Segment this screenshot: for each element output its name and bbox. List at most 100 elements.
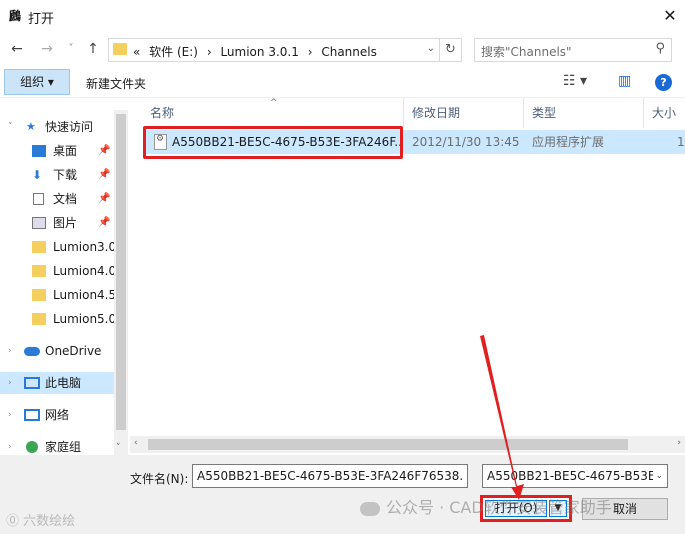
- sidebar-item-desktop[interactable]: 桌面 📌: [0, 140, 114, 162]
- folder-icon: [32, 241, 46, 253]
- sidebar-item-this-pc[interactable]: › 此电脑: [0, 372, 114, 394]
- folder-icon: [113, 43, 127, 55]
- expand-chevron-icon[interactable]: ›: [8, 436, 12, 455]
- filetype-select[interactable]: A550BB21-BE5C-4675-B53E- ⌄: [482, 464, 668, 488]
- sort-ascending-icon: ^: [270, 98, 278, 108]
- app-icon: 鷉: [9, 9, 22, 23]
- breadcrumb-overflow[interactable]: «: [133, 45, 140, 59]
- horizontal-scrollbar[interactable]: ‹ ›: [130, 436, 685, 453]
- new-folder-button[interactable]: 新建文件夹: [86, 75, 146, 92]
- sidebar-item-onedrive[interactable]: › OneDrive: [0, 340, 114, 362]
- desktop-icon: [32, 145, 46, 157]
- sidebar-item-lumion50[interactable]: Lumion5.0: [0, 308, 117, 330]
- chevron-down-icon[interactable]: ⌄: [653, 465, 663, 487]
- search-placeholder: 搜索"Channels": [481, 45, 572, 59]
- column-header-size[interactable]: 大小: [644, 98, 685, 128]
- column-header-type[interactable]: 类型: [524, 98, 644, 128]
- sidebar-item-label: OneDrive: [45, 344, 102, 358]
- sidebar-item-downloads[interactable]: ⬇ 下载 📌: [0, 164, 114, 186]
- wechat-watermark: 公众号 · CAD软件安装管家助手: [360, 494, 612, 518]
- view-options-icon[interactable]: ☷ ▾: [563, 73, 587, 89]
- sidebar-item-label: Lumion5.0: [53, 312, 117, 326]
- sidebar-item-label: 图片: [53, 216, 78, 230]
- network-icon: [24, 409, 40, 421]
- expand-chevron-icon[interactable]: ›: [8, 404, 12, 426]
- expand-chevron-icon[interactable]: ›: [8, 372, 12, 394]
- pictures-icon: [32, 217, 46, 229]
- search-icon[interactable]: ⚲: [655, 41, 665, 56]
- help-icon[interactable]: ?: [655, 74, 672, 91]
- sidebar-item-label: 此电脑: [45, 376, 82, 390]
- folder-icon: [32, 313, 46, 325]
- scroll-left-icon[interactable]: ‹: [134, 438, 138, 448]
- sidebar-item-label: 家庭组: [45, 440, 82, 454]
- sidebar-item-pictures[interactable]: 图片 📌: [0, 212, 114, 234]
- folder-icon: [32, 289, 46, 301]
- computer-icon: [24, 377, 40, 389]
- column-header-modified[interactable]: 修改日期: [404, 98, 524, 128]
- pin-icon[interactable]: 📌: [98, 212, 110, 234]
- filetype-value: A550BB21-BE5C-4675-B53E-: [487, 469, 660, 483]
- sidebar-item-lumion45[interactable]: Lumion4.5: [0, 284, 117, 306]
- breadcrumb-separator[interactable]: ›: [207, 45, 212, 59]
- title-bar: 鷉 打开 ✕: [0, 0, 685, 32]
- scroll-right-icon[interactable]: ›: [677, 438, 681, 448]
- download-icon: ⬇: [32, 168, 43, 182]
- sidebar-item-homegroup[interactable]: › 家庭组: [0, 436, 114, 455]
- file-highlight-box: [143, 126, 403, 159]
- preview-pane-icon[interactable]: ▥: [618, 73, 631, 89]
- collapse-chevron-icon[interactable]: ˅: [8, 116, 13, 138]
- sidebar-item-label: 下载: [53, 168, 78, 182]
- breadcrumb: « 软件 (E:) › Lumion 3.0.1 › Channels: [133, 43, 382, 60]
- file-size: 14: [677, 135, 685, 149]
- scroll-thumb[interactable]: [116, 114, 126, 430]
- pin-icon[interactable]: 📌: [98, 164, 110, 186]
- sidebar-item-label: Lumion4.0: [53, 264, 117, 278]
- forward-arrow-icon[interactable]: →: [38, 39, 56, 59]
- pin-icon[interactable]: 📌: [98, 140, 110, 162]
- window-title: 打开: [28, 12, 55, 27]
- document-icon: [33, 193, 44, 205]
- expand-chevron-icon[interactable]: ›: [8, 340, 12, 362]
- refresh-icon[interactable]: ↻: [440, 38, 462, 62]
- navigation-bar: ← → ˅ ↑ « 软件 (E:) › Lumion 3.0.1 › Chann…: [0, 34, 685, 64]
- filename-label: 文件名(N):: [130, 472, 189, 486]
- sidebar-item-documents[interactable]: 文档 📌: [0, 188, 114, 210]
- sidebar-item-lumion30[interactable]: Lumion3.0: [0, 236, 117, 258]
- organize-button[interactable]: 组织 ▾: [4, 69, 70, 95]
- history-chevron-icon[interactable]: ˅: [62, 39, 80, 59]
- back-arrow-icon[interactable]: ←: [8, 39, 26, 59]
- navigation-pane: ˅ ★ 快速访问 桌面 📌 ⬇ 下载 📌 文档 📌 图片 📌 Lumion3.0…: [0, 110, 128, 455]
- wechat-logo-icon: [360, 501, 380, 516]
- address-bar[interactable]: « 软件 (E:) › Lumion 3.0.1 › Channels ⌄: [108, 38, 440, 62]
- sidebar-item-label: Lumion4.5: [53, 288, 117, 302]
- watermark-text: 公众号 · CAD软件安装管家助手: [386, 498, 612, 517]
- sidebar-item-label: 文档: [53, 192, 78, 206]
- scroll-thumb[interactable]: [148, 439, 628, 450]
- scroll-down-icon[interactable]: ˅: [116, 443, 121, 453]
- command-toolbar: 组织 ▾ 新建文件夹 ☷ ▾ ▥ ?: [0, 66, 685, 98]
- file-type: 应用程序扩展: [532, 135, 605, 149]
- star-icon: ★: [26, 120, 36, 133]
- breadcrumb-separator[interactable]: ›: [308, 45, 313, 59]
- sidebar-item-network[interactable]: › 网络: [0, 404, 114, 426]
- sidebar-item-label: 桌面: [53, 144, 78, 158]
- chevron-down-icon[interactable]: ⌄: [427, 43, 435, 54]
- breadcrumb-drive[interactable]: 软件 (E:): [149, 45, 198, 59]
- filename-field[interactable]: A550BB21-BE5C-4675-B53E-3FA246F76538.: [192, 464, 468, 488]
- search-input[interactable]: 搜索"Channels" ⚲: [474, 38, 672, 62]
- homegroup-icon: [26, 441, 38, 453]
- breadcrumb-lumion[interactable]: Lumion 3.0.1: [220, 45, 298, 59]
- sidebar-item-label: 快速访问: [45, 120, 94, 134]
- file-modified: 2012/11/30 13:45: [412, 135, 520, 149]
- sidebar-item-lumion40[interactable]: Lumion4.0: [0, 260, 117, 282]
- sidebar-item-quick-access[interactable]: ˅ ★ 快速访问: [0, 116, 114, 138]
- sidebar-item-label: Lumion3.0: [53, 240, 117, 254]
- up-arrow-icon[interactable]: ↑: [84, 39, 102, 59]
- cloud-icon: [24, 347, 40, 356]
- breadcrumb-channels[interactable]: Channels: [321, 45, 377, 59]
- sidebar-item-label: 网络: [45, 408, 70, 422]
- close-button[interactable]: ✕: [655, 0, 685, 32]
- sidebar-scrollbar[interactable]: ˅: [114, 110, 128, 455]
- pin-icon[interactable]: 📌: [98, 188, 110, 210]
